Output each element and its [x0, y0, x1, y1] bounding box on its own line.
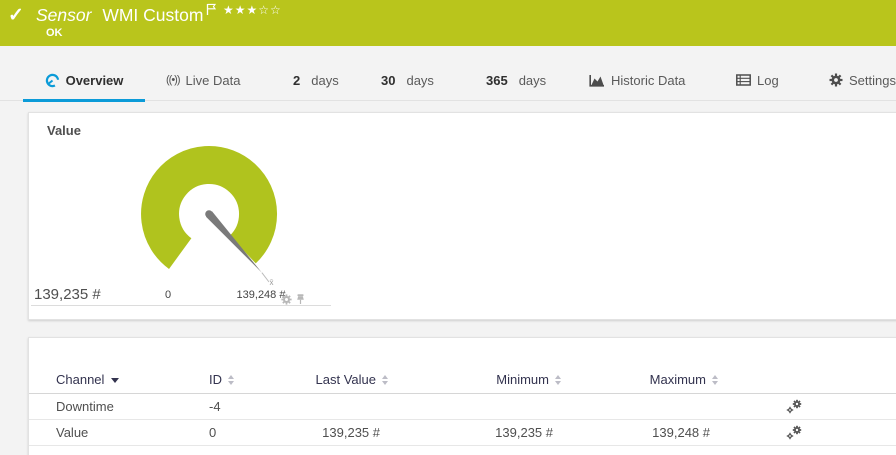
channel-id: 0	[209, 425, 300, 440]
tab-2-days[interactable]: 2 days	[293, 57, 339, 101]
channels-table: Channel ID Last Value Minimum Maximum	[29, 338, 896, 446]
sensor-header: ✓ Sensor WMI Custom ★★★☆☆ OK	[0, 0, 896, 46]
tab-label: days	[311, 73, 338, 88]
table-row-downtime[interactable]: Downtime -4	[29, 394, 896, 420]
table-row-value[interactable]: Value 0 139,235 # 139,235 # 139,248 #	[29, 420, 896, 446]
tab-settings[interactable]: Settings	[829, 57, 896, 101]
sort-icon	[712, 375, 718, 385]
log-list-icon	[736, 74, 751, 86]
channel-id: -4	[209, 399, 300, 414]
broadcast-icon: ((•))	[166, 74, 180, 86]
sensor-type-label: Sensor	[36, 5, 91, 25]
tab-number: 365	[486, 73, 508, 88]
channel-settings-icon[interactable]	[786, 399, 803, 414]
priority-stars[interactable]: ★★★☆☆	[223, 3, 282, 17]
gauge-pin-icon[interactable]	[296, 294, 305, 305]
tab-live-data[interactable]: ((•)) Live Data	[166, 57, 240, 101]
gauge-arc	[160, 165, 258, 254]
tab-30-days[interactable]: 30 days	[381, 57, 434, 101]
column-header-id[interactable]: ID	[209, 372, 300, 387]
table-header-row: Channel ID Last Value Minimum Maximum	[29, 366, 896, 394]
channel-maximum: 139,248 #	[561, 425, 718, 440]
channel-name: Downtime	[56, 399, 209, 414]
channel-last-value: 139,235 #	[300, 425, 388, 440]
channel-minimum: 139,235 #	[388, 425, 561, 440]
column-header-channel[interactable]: Channel	[56, 372, 209, 387]
sensor-name: WMI Custom	[102, 5, 203, 25]
gauge-scale-min: 0	[156, 289, 180, 301]
gauge-current-value: 139,235 #	[34, 286, 101, 303]
value-gauge: x̄	[134, 143, 309, 298]
tab-log[interactable]: Log	[736, 57, 779, 101]
area-chart-icon	[589, 74, 605, 87]
tab-label: Log	[757, 73, 779, 88]
tab-historic-data[interactable]: Historic Data	[589, 57, 685, 101]
tab-label: Live Data	[186, 73, 241, 88]
status-ok-check-icon: ✓	[8, 4, 24, 27]
column-header-maximum[interactable]: Maximum	[561, 372, 718, 387]
status-badge: OK	[46, 27, 63, 39]
tab-number: 30	[381, 73, 395, 88]
channel-name: Value	[56, 425, 209, 440]
page-title: Sensor WMI Custom	[36, 5, 203, 26]
gauge-needle-pivot	[205, 210, 213, 218]
gauge-title: Value	[47, 123, 81, 138]
gear-icon	[829, 73, 843, 87]
channels-panel: Channel ID Last Value Minimum Maximum	[28, 337, 896, 455]
tab-overview[interactable]: Overview	[23, 57, 145, 101]
flag-icon[interactable]	[206, 3, 217, 19]
average-marker: x̄	[269, 278, 273, 287]
sort-icon	[228, 375, 234, 385]
channel-settings-icon[interactable]	[786, 425, 803, 440]
tab-label: Overview	[66, 73, 124, 88]
tab-label: days	[406, 73, 433, 88]
tab-label: Settings	[849, 73, 896, 88]
tab-bar: Overview ((•)) Live Data 2 days 30 days 36…	[0, 57, 896, 101]
gauge-panel: Value x̄ 139,235 # 0 139,248 #	[28, 112, 896, 320]
tab-number: 2	[293, 73, 300, 88]
tab-label: days	[519, 73, 546, 88]
tab-label: Historic Data	[611, 73, 685, 88]
gauge-divider	[31, 305, 331, 306]
tab-365-days[interactable]: 365 days	[486, 57, 546, 101]
column-header-last-value[interactable]: Last Value	[300, 372, 388, 387]
sort-desc-icon	[111, 378, 119, 383]
gauge-icon	[45, 73, 60, 88]
gauge-settings-gear-icon[interactable]	[281, 294, 292, 305]
column-header-minimum[interactable]: Minimum	[388, 372, 561, 387]
gauge-needle-extension	[262, 273, 269, 282]
